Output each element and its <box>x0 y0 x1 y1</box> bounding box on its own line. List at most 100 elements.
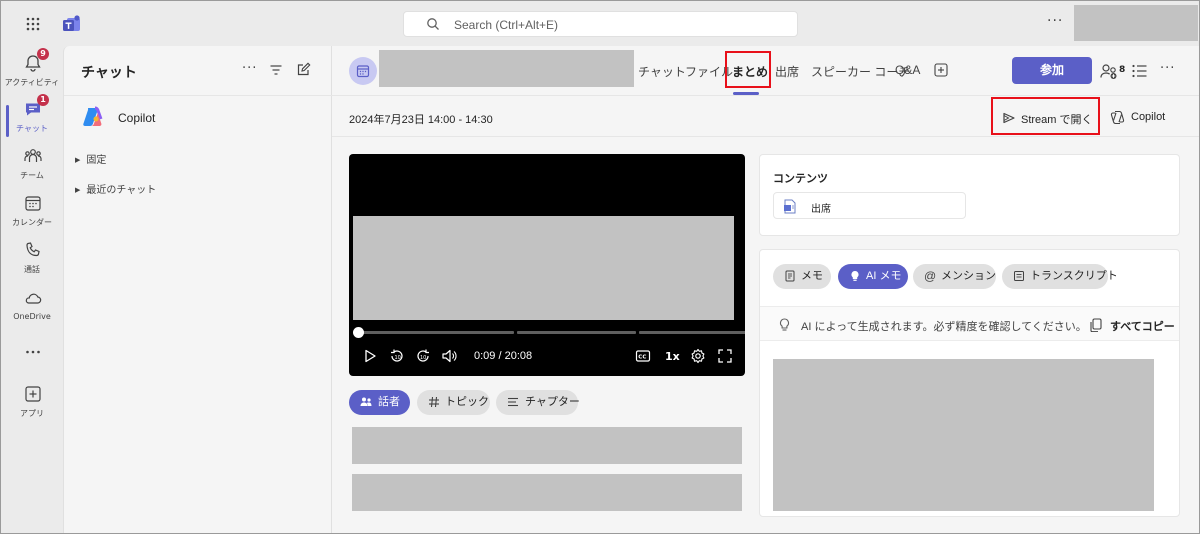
chip-chapters[interactable]: チャプター <box>496 390 580 415</box>
cloud-icon <box>25 293 42 304</box>
rail-item-chat[interactable]: 1 チャット <box>1 94 63 143</box>
tab-qa[interactable]: Q&A <box>895 63 920 77</box>
note-icon <box>785 270 795 282</box>
attendance-file-icon <box>784 199 796 214</box>
attachment-label: 出席 <box>811 204 831 215</box>
app-rail: 9 アクティビティ 1 チャット チーム カレンダー 通話 OneDrive ア… <box>1 46 63 533</box>
panel-title: チャット <box>81 65 137 81</box>
rewind-10-icon[interactable]: 10 <box>389 348 405 364</box>
copy-icon[interactable] <box>1090 318 1102 332</box>
add-app-icon <box>25 386 41 402</box>
chip-label: 話者 <box>378 396 400 408</box>
tab-attendance[interactable]: 出席 <box>775 63 799 80</box>
chip-label: メンション <box>941 270 996 282</box>
rail-item-calendar[interactable]: カレンダー <box>1 191 63 237</box>
rail-item-apps[interactable]: アプリ <box>1 382 63 428</box>
join-button[interactable]: 参加 <box>1012 57 1092 84</box>
list-view-icon[interactable] <box>1132 64 1147 78</box>
chat-list-panel: チャット ··· Copilot ▶ 固定 ▶ 最近のチャット <box>63 46 332 533</box>
rail-item-label: チーム <box>20 171 44 180</box>
section-pinned[interactable]: ▶ 固定 <box>75 151 106 166</box>
more-options-button[interactable]: ··· <box>1160 61 1175 76</box>
copilot-chat-item[interactable]: Copilot <box>81 103 311 131</box>
rail-item-more[interactable] <box>1 338 63 384</box>
active-tab-indicator <box>733 92 759 95</box>
meeting-recap-view: チャット ファイル まとめ 出席 スピーカー コーチ Q&A 参加 8 ··· … <box>332 46 1199 533</box>
add-tab-icon[interactable] <box>934 63 948 77</box>
chat-badge: 1 <box>37 94 49 106</box>
playback-speed[interactable]: 1x <box>665 350 680 363</box>
filter-icon[interactable] <box>269 63 283 77</box>
lightbulb-icon <box>851 271 859 281</box>
new-chat-icon[interactable] <box>296 62 311 77</box>
forward-10-icon[interactable]: 10 <box>415 348 431 364</box>
video-player[interactable]: 10 10 0:09 / 20:08 CC 1x <box>349 154 745 376</box>
settings-gear-icon[interactable] <box>690 348 706 364</box>
more-options-button[interactable]: ··· <box>242 61 257 76</box>
tab-chat[interactable]: チャット <box>638 63 686 80</box>
contents-title: コンテンツ <box>773 172 828 185</box>
contents-card: コンテンツ 出席 <box>759 154 1180 236</box>
notes-card: メモ AI メモ @ メンション トランスクリプト AI によって生成されます。… <box>759 249 1180 517</box>
participant-count: 8 <box>1119 65 1126 75</box>
more-icon <box>26 350 40 354</box>
progress-knob[interactable] <box>353 327 364 338</box>
svg-text:10: 10 <box>395 355 401 361</box>
chip-speakers[interactable]: 話者 <box>349 390 410 415</box>
settings-more-button[interactable]: ··· <box>1047 13 1063 29</box>
search-input[interactable]: Search (Ctrl+Alt+E) <box>403 11 798 37</box>
svg-text:CC: CC <box>638 355 646 361</box>
caret-right-icon: ▶ <box>75 156 81 164</box>
volume-icon[interactable] <box>441 348 457 364</box>
rail-item-teams[interactable]: チーム <box>1 144 63 190</box>
copilot-icon <box>1110 110 1125 125</box>
chip-topics[interactable]: トピック <box>417 390 490 415</box>
chapter-segment <box>359 331 514 334</box>
rail-item-activity[interactable]: 9 アクティビティ <box>1 48 63 97</box>
recap-toolbar: 2024年7月23日 14:00 - 14:30 Stream で開く Copi… <box>332 97 1199 137</box>
activity-badge: 9 <box>37 48 49 60</box>
rail-item-label: チャット <box>16 124 48 133</box>
chapter-segment <box>517 331 636 334</box>
chip-label: メモ <box>801 270 823 282</box>
search-icon <box>427 18 439 30</box>
hashtag-icon <box>429 396 439 408</box>
app-launcher-icon[interactable] <box>25 16 41 32</box>
rail-item-calls[interactable]: 通話 <box>1 238 63 284</box>
teams-icon <box>24 149 42 162</box>
chapters-icon <box>508 397 518 407</box>
section-label: 固定 <box>86 155 107 166</box>
participants-icon[interactable] <box>1100 63 1118 79</box>
chip-notes[interactable]: メモ <box>773 264 831 289</box>
captions-icon[interactable]: CC <box>635 348 651 364</box>
rail-item-label: カレンダー <box>12 218 52 227</box>
phone-icon <box>26 242 40 257</box>
profile-area[interactable] <box>1074 5 1198 41</box>
chip-ai-notes[interactable]: AI メモ <box>838 264 908 289</box>
rail-item-onedrive[interactable]: OneDrive <box>1 286 63 332</box>
video-frame-redacted <box>353 216 734 320</box>
chip-transcript[interactable]: トランスクリプト <box>1002 264 1118 289</box>
play-icon[interactable] <box>362 348 378 364</box>
attendance-file[interactable]: 出席 <box>773 192 966 219</box>
ai-disclaimer-text: AI によって生成されます。必ず精度を確認してください。 <box>801 321 1087 333</box>
copilot-label: Copilot <box>118 111 156 125</box>
people-icon <box>360 397 372 406</box>
transcript-icon <box>1014 271 1024 281</box>
chip-label: トピック <box>445 396 489 408</box>
teams-logo-icon <box>63 15 80 31</box>
chip-mentions[interactable]: @ メンション <box>913 264 996 289</box>
chip-label: AI メモ <box>866 270 902 282</box>
svg-text:10: 10 <box>420 355 426 361</box>
meeting-header: チャット ファイル まとめ 出席 スピーカー コーチ Q&A 参加 8 ··· <box>332 46 1199 96</box>
copy-all-button[interactable]: すべてコピー <box>1110 318 1175 334</box>
fullscreen-icon[interactable] <box>717 348 733 364</box>
caret-right-icon: ▶ <box>75 186 81 194</box>
teams-window: Search (Ctrl+Alt+E) ··· 9 アクティビティ 1 チャット <box>0 0 1200 534</box>
speaker-row-redacted <box>352 427 742 464</box>
progress-bar[interactable] <box>353 327 745 338</box>
section-recent[interactable]: ▶ 最近のチャット <box>75 181 156 196</box>
chapter-segment <box>639 331 745 334</box>
meeting-avatar <box>349 57 377 85</box>
copilot-label: Copilot <box>1131 111 1166 123</box>
